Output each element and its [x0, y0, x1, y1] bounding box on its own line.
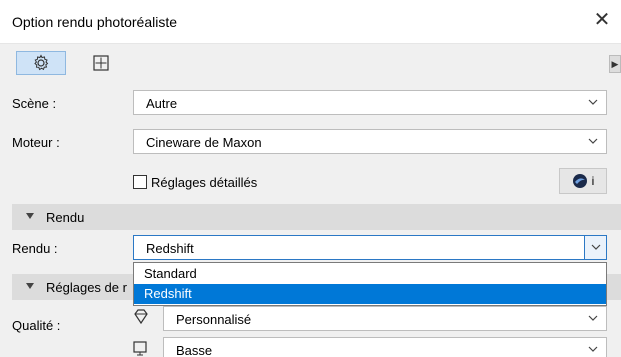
- render-select[interactable]: Redshift: [133, 235, 607, 260]
- toolbar: ▶: [0, 47, 621, 77]
- scene-label: Scène :: [12, 96, 57, 111]
- section-reglages-title: Réglages de r: [46, 280, 127, 295]
- collapse-triangle-icon: [26, 283, 34, 289]
- section-rendu-title: Rendu: [46, 210, 85, 225]
- diamond-icon: [131, 307, 151, 327]
- size-frame-icon: [93, 55, 109, 71]
- title-bar: Option rendu photoréaliste ✕: [0, 0, 621, 44]
- size-tab-button[interactable]: [76, 51, 126, 75]
- quality-value: Personnalisé: [176, 312, 252, 327]
- render-label: Rendu :: [12, 241, 58, 256]
- dropdown-option-standard[interactable]: Standard: [134, 264, 606, 284]
- expand-panel-button[interactable]: ▶: [609, 55, 621, 73]
- render-value: Redshift: [146, 241, 194, 256]
- dropdown-option-redshift[interactable]: Redshift: [134, 284, 606, 304]
- engine-select[interactable]: Cineware de Maxon: [133, 129, 607, 154]
- close-icon[interactable]: ✕: [591, 9, 613, 31]
- engine-label: Moteur :: [12, 135, 60, 150]
- chevron-down-icon: [588, 138, 598, 144]
- level-select[interactable]: Basse: [163, 337, 607, 357]
- collapse-triangle-icon: [26, 213, 34, 219]
- quality-select[interactable]: Personnalisé: [163, 306, 607, 331]
- chevron-down-icon: [588, 346, 598, 352]
- window-title: Option rendu photoréaliste: [12, 14, 177, 30]
- scene-select[interactable]: Autre: [133, 90, 607, 115]
- section-rendu-header[interactable]: Rendu: [12, 204, 621, 230]
- engine-value: Cineware de Maxon: [146, 135, 262, 150]
- level-value: Basse: [176, 343, 213, 357]
- detailed-settings-label: Réglages détaillés: [151, 174, 258, 190]
- settings-tab-button[interactable]: [16, 51, 66, 75]
- detailed-settings-checkbox[interactable]: [133, 175, 147, 189]
- detailed-settings-row: Réglages détaillés: [133, 172, 257, 192]
- engine-info-button[interactable]: i: [559, 168, 607, 194]
- monitor-quality-icon: [131, 339, 151, 357]
- chevron-down-icon: [588, 99, 598, 105]
- render-dropdown-list: Standard Redshift: [133, 262, 607, 306]
- chevron-down-icon: [588, 315, 598, 321]
- gear-icon: [34, 54, 49, 71]
- cinema4d-icon: [572, 174, 587, 188]
- chevron-down-icon: [591, 244, 601, 250]
- quality-label: Qualité :: [12, 318, 61, 333]
- scene-value: Autre: [146, 96, 178, 111]
- dropdown-arrow-button[interactable]: [584, 236, 606, 259]
- info-icon: i: [591, 174, 595, 188]
